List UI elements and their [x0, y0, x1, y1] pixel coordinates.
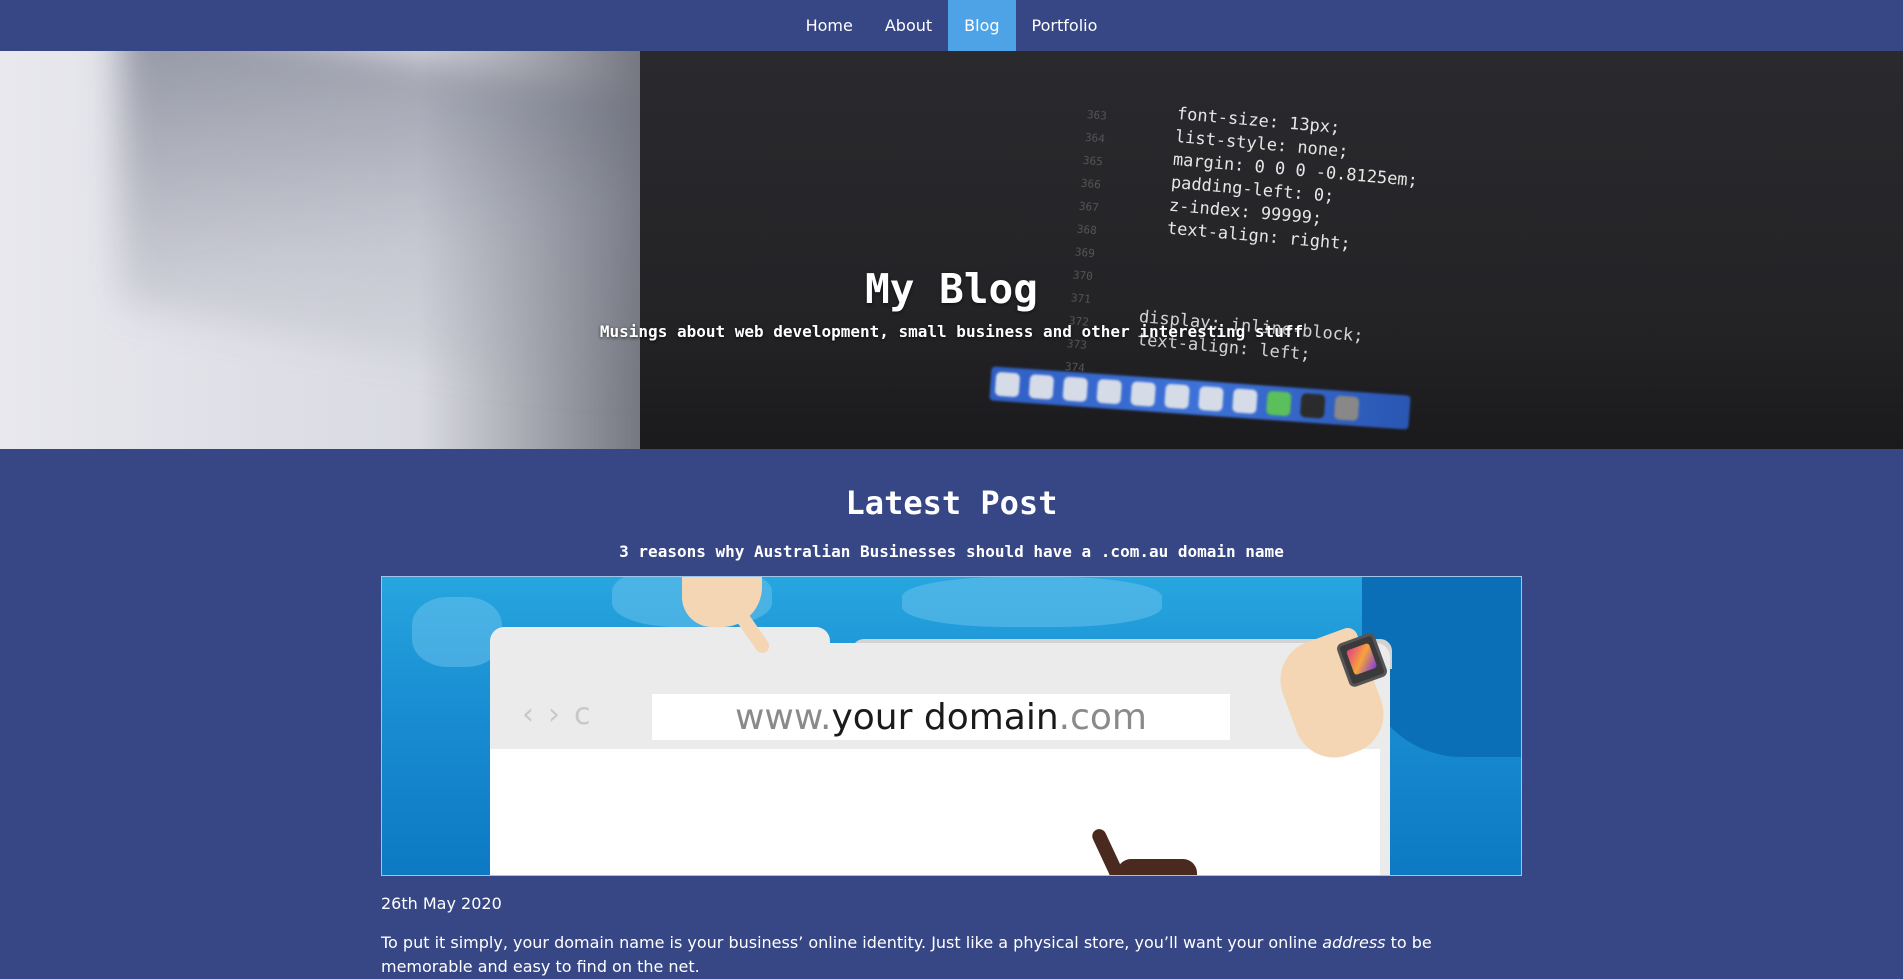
url-domain: your domain [831, 696, 1059, 738]
post-featured-image[interactable]: ‹›c www. your domain .com [381, 576, 1522, 876]
map-shape [902, 577, 1162, 627]
map-shape [412, 597, 502, 667]
hero-banner: 363 364 365 366 367 368 369 370 371 372 … [0, 51, 1903, 449]
excerpt-text: To put it simply, your domain name is yo… [381, 933, 1323, 952]
illustration-hand-bottom [1117, 859, 1197, 875]
illustration-url-bar: www. your domain .com [652, 694, 1230, 740]
nav-about-link[interactable]: About [869, 0, 948, 51]
nav-portfolio-link[interactable]: Portfolio [1016, 0, 1114, 51]
top-navigation: Home About Blog Portfolio [0, 0, 1903, 51]
illustration-browser-body [490, 749, 1380, 875]
browser-nav-icons: ‹›c [522, 697, 605, 732]
main-content: Latest Post 3 reasons why Australian Bus… [381, 483, 1522, 979]
section-title: Latest Post [845, 484, 1058, 522]
excerpt-emphasis: address [1322, 933, 1386, 952]
post-excerpt: To put it simply, your domain name is yo… [381, 931, 1522, 979]
post-date: 26th May 2020 [381, 894, 502, 913]
page-subtitle: Musings about web development, small bus… [599, 322, 1304, 341]
hero-background-code: font-size: 13px; list-style: none; margi… [1166, 103, 1423, 262]
hero-background-laptop [120, 51, 640, 397]
url-suffix: .com [1058, 696, 1148, 738]
nav-blog-link[interactable]: Blog [948, 0, 1016, 51]
post-title[interactable]: 3 reasons why Australian Businesses shou… [381, 541, 1522, 563]
page-title: My Blog [865, 265, 1038, 313]
nav-home-link[interactable]: Home [790, 0, 869, 51]
url-prefix: www. [734, 696, 832, 738]
hero-text: My Blog Musings about web development, s… [0, 265, 1903, 341]
